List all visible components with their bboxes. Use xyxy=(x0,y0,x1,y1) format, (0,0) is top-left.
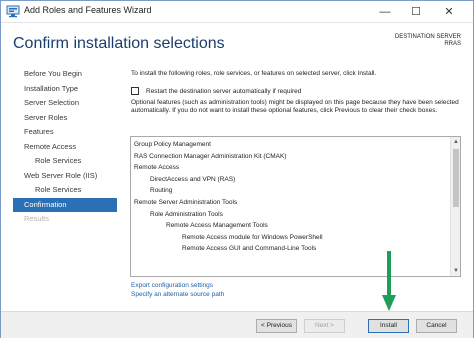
destination-server-label: DESTINATION SERVER xyxy=(394,34,461,40)
nav-item-server-roles[interactable]: Server Roles xyxy=(13,111,117,126)
nav-item-web-server-role[interactable]: Web Server Role (IIS) xyxy=(13,169,117,184)
scroll-down-arrow-icon[interactable]: ▼ xyxy=(451,266,460,276)
wizard-header: Confirm installation selections DESTINAT… xyxy=(1,24,473,64)
restart-option[interactable]: Restart the destination server automatic… xyxy=(131,87,301,95)
restart-label[interactable]: Restart the destination server automatic… xyxy=(146,88,301,95)
optional-features-note: Optional features (such as administratio… xyxy=(131,99,459,115)
list-scrollbar[interactable]: ▲ ▼ xyxy=(450,137,460,276)
scroll-thumb[interactable] xyxy=(453,149,459,207)
nav-item-remote-access-role-services[interactable]: Role Services xyxy=(13,154,117,169)
list-item: RAS Connection Manager Administration Ki… xyxy=(134,152,287,160)
list-item: DirectAccess and VPN (RAS) xyxy=(150,175,236,183)
nav-item-installation-type[interactable]: Installation Type xyxy=(13,82,117,97)
action-links: Export configuration settings Specify an… xyxy=(131,281,224,299)
maximize-button[interactable]: ☐ xyxy=(404,1,428,22)
nav-item-remote-access[interactable]: Remote Access xyxy=(13,140,117,155)
close-button[interactable]: ✕ xyxy=(437,1,461,22)
nav-item-server-selection[interactable]: Server Selection xyxy=(13,96,117,111)
list-item: Role Administration Tools xyxy=(150,210,223,218)
list-item: Remote Access Management Tools xyxy=(166,222,268,230)
nav-item-results: Results xyxy=(24,214,50,223)
next-button: Next > xyxy=(304,319,345,333)
nav-item-features[interactable]: Features xyxy=(13,125,117,140)
list-item: Remote Access module for Windows PowerSh… xyxy=(182,233,323,241)
list-item: Remote Access xyxy=(134,164,180,172)
window-title: Add Roles and Features Wizard xyxy=(24,5,152,15)
nav-item-web-server-role-services[interactable]: Role Services xyxy=(13,183,117,198)
button-bar: < Previous Next > Install Cancel xyxy=(1,311,473,338)
destination-server-value: RRAS xyxy=(444,41,461,47)
export-configuration-link[interactable]: Export configuration settings xyxy=(131,281,224,290)
wizard-window: Add Roles and Features Wizard — ☐ ✕ Conf… xyxy=(0,0,474,338)
green-down-arrow-icon xyxy=(382,251,396,311)
wizard-nav: Before You Begin Installation Type Serve… xyxy=(13,67,117,227)
list-item: Remote Server Administration Tools xyxy=(134,198,238,206)
page-title: Confirm installation selections xyxy=(13,35,225,52)
cancel-button[interactable]: Cancel xyxy=(416,319,457,333)
selection-list-items: Group Policy Management RAS Connection M… xyxy=(131,139,449,255)
server-manager-icon xyxy=(6,5,20,18)
list-item: Remote Access GUI and Command-Line Tools xyxy=(182,245,317,253)
nav-item-before-you-begin[interactable]: Before You Begin xyxy=(13,67,117,82)
intro-text: To install the following roles, role ser… xyxy=(131,70,377,77)
alternate-source-link[interactable]: Specify an alternate source path xyxy=(131,290,224,299)
restart-checkbox[interactable] xyxy=(131,87,139,95)
list-item: Group Policy Management xyxy=(134,141,211,148)
minimize-button[interactable]: — xyxy=(373,1,397,22)
title-bar: Add Roles and Features Wizard — ☐ ✕ xyxy=(1,1,473,23)
list-item: Routing xyxy=(150,187,173,195)
previous-button[interactable]: < Previous xyxy=(256,319,297,333)
install-button[interactable]: Install xyxy=(368,319,409,333)
nav-item-confirmation[interactable]: Confirmation xyxy=(13,197,117,212)
selection-list[interactable]: Group Policy Management RAS Connection M… xyxy=(130,136,461,277)
scroll-up-arrow-icon[interactable]: ▲ xyxy=(451,137,460,147)
